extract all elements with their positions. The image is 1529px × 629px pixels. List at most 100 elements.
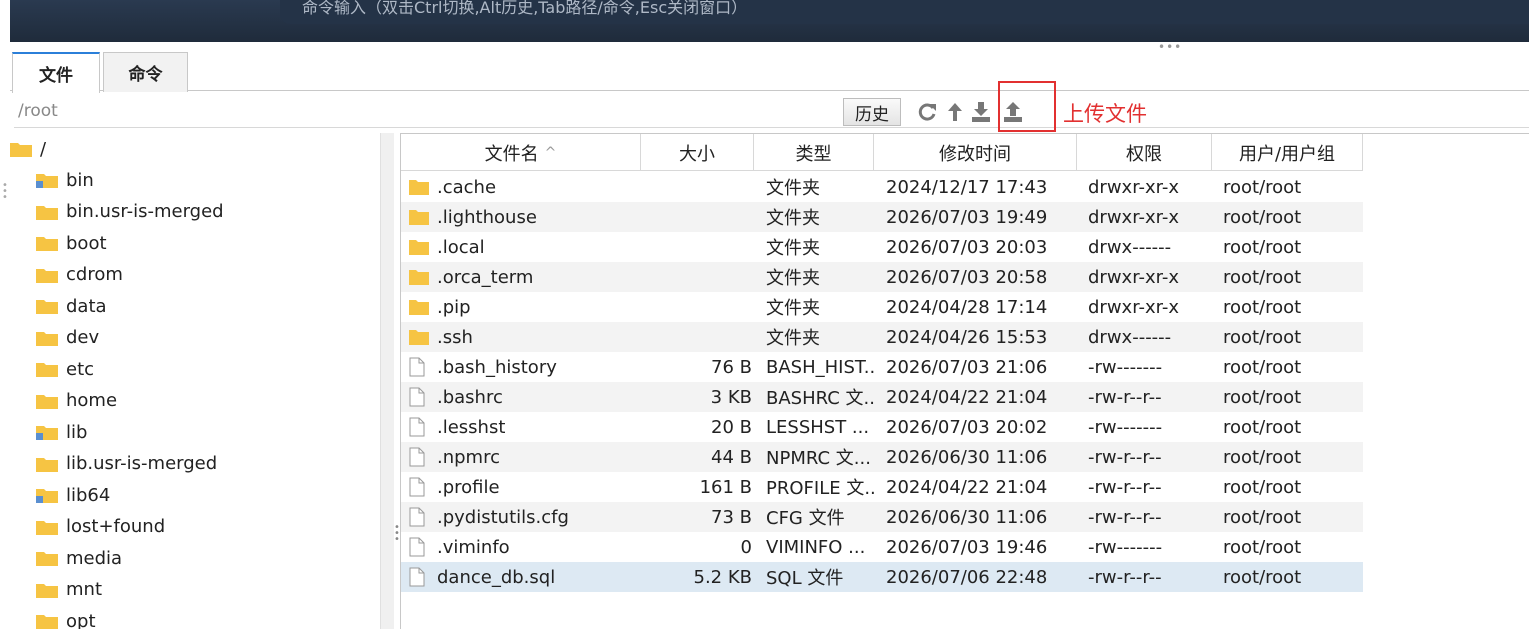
folder-icon xyxy=(409,327,429,347)
tree-item-lib[interactable]: lib xyxy=(36,418,87,446)
tree-item-label: etc xyxy=(66,358,95,380)
history-button[interactable]: 历史 xyxy=(843,98,901,126)
folder-icon xyxy=(36,582,58,598)
cell-perm-text: -rw------- xyxy=(1088,356,1163,378)
cell-mtime: 2024/04/28 17:14 xyxy=(886,292,1077,322)
cell-type-text: LESSHST ... xyxy=(766,416,870,438)
up-directory-icon[interactable] xyxy=(944,101,966,123)
cell-mtime: 2024/12/17 17:43 xyxy=(886,172,1077,202)
cell-owner: root/root xyxy=(1223,472,1363,502)
cell-mtime: 2026/07/03 19:46 xyxy=(886,532,1077,562)
table-row[interactable]: .lesshst 20 B LESSHST ... 2026/07/03 20:02 -… xyxy=(401,412,1363,442)
cell-name: .npmrc xyxy=(409,442,641,472)
folder-icon xyxy=(36,267,58,283)
table-row[interactable]: .viminfo 0 VIMINFO ... 2026/07/03 19:46 -rw-… xyxy=(401,532,1363,562)
tree-item-media[interactable]: media xyxy=(36,544,122,572)
cell-type: PROFILE 文... xyxy=(766,472,874,502)
folder-icon xyxy=(36,393,58,409)
folder-icon xyxy=(36,235,58,251)
column-header-owner[interactable]: 用户/用户组 xyxy=(1212,134,1363,171)
tree-item-etc[interactable]: etc xyxy=(36,355,94,383)
table-row[interactable]: .bashrc 3 KB BASHRC 文... 2024/04/22 21:04 -r… xyxy=(401,382,1363,412)
cell-size xyxy=(641,172,752,202)
tree-item-boot[interactable]: boot xyxy=(36,229,107,257)
cell-size: 3 KB xyxy=(641,382,752,412)
refresh-icon[interactable] xyxy=(916,101,938,123)
cell-mtime-text: 2026/07/06 22:48 xyxy=(886,566,1048,588)
current-path-field[interactable]: /root xyxy=(18,101,58,121)
cell-type-text: 文件夹 xyxy=(766,178,820,199)
column-header-size[interactable]: 大小 xyxy=(641,134,754,171)
cell-perm: -rw-r--r-- xyxy=(1088,562,1212,592)
table-row[interactable]: .profile 161 B PROFILE 文... 2024/04/22 21:0… xyxy=(401,472,1363,502)
download-icon[interactable] xyxy=(970,101,992,123)
cell-mtime-text: 2026/07/03 21:06 xyxy=(886,356,1048,378)
table-row[interactable]: .ssh 文件夹 2024/04/26 15:53 drwx------ root/ro… xyxy=(401,322,1363,352)
path-toolbar: /root 历史 上传文件 xyxy=(14,81,1529,132)
tree-item-bin[interactable]: bin xyxy=(36,166,94,194)
cell-type: SQL 文件 xyxy=(766,562,874,592)
table-row[interactable]: .pip 文件夹 2024/04/28 17:14 drwxr-xr-x root/ro… xyxy=(401,292,1363,322)
tree-item-dev[interactable]: dev xyxy=(36,324,99,352)
cell-type: CFG 文件 xyxy=(766,502,874,532)
cell-mtime-text: 2026/07/03 19:49 xyxy=(886,206,1048,228)
cell-owner-text: root/root xyxy=(1223,176,1302,198)
tree-item-data[interactable]: data xyxy=(36,292,107,320)
tab-files[interactable]: 文件 xyxy=(12,52,100,93)
tree-item-home[interactable]: home xyxy=(36,387,117,415)
cell-name: .pydistutils.cfg xyxy=(409,502,641,532)
file-icon xyxy=(409,417,425,437)
cell-size-text: 5.2 KB xyxy=(693,566,753,588)
table-row[interactable]: .orca_term 文件夹 2026/07/03 20:58 drwxr-xr-x r… xyxy=(401,262,1363,292)
column-header-permissions[interactable]: 权限 xyxy=(1077,134,1212,171)
file-icon xyxy=(409,507,425,527)
cell-type: LESSHST ... xyxy=(766,412,874,442)
cell-mtime: 2026/06/30 11:06 xyxy=(886,442,1077,472)
tree-item-bin-usr-is-merged[interactable]: bin.usr-is-merged xyxy=(36,198,224,226)
cell-owner-text: root/root xyxy=(1223,416,1302,438)
cell-mtime: 2026/07/03 20:03 xyxy=(886,232,1077,262)
table-row[interactable]: .pydistutils.cfg 73 B CFG 文件 2026/06/30 11:… xyxy=(401,502,1363,532)
tree-item-lib64[interactable]: lib64 xyxy=(36,481,110,509)
tree-item-lib-usr-is-merged[interactable]: lib.usr-is-merged xyxy=(36,450,217,478)
cell-mtime: 2024/04/22 21:04 xyxy=(886,472,1077,502)
tree-item-lost-found[interactable]: lost+found xyxy=(36,513,165,541)
cell-mtime-text: 2024/04/28 17:14 xyxy=(886,296,1048,318)
panel-splitter[interactable] xyxy=(380,133,394,629)
column-name-label: 文件名 xyxy=(484,143,539,165)
tree-item-opt[interactable]: opt xyxy=(36,607,96,629)
command-input[interactable]: 命令输入（双击Ctrl切换,Alt历史,Tab路径/命令,Esc关闭窗口） xyxy=(280,0,1529,24)
table-row[interactable]: .npmrc 44 B NPMRC 文... 2026/06/30 11:06 -rw-… xyxy=(401,442,1363,472)
cell-name-text: .ssh xyxy=(437,326,473,348)
column-header-type[interactable]: 类型 xyxy=(754,134,874,171)
cell-mtime-text: 2026/07/03 20:03 xyxy=(886,236,1048,258)
tree-item-label: lib.usr-is-merged xyxy=(66,453,218,474)
cell-type-text: 文件夹 xyxy=(766,268,820,289)
tree-item-label: mnt xyxy=(66,579,102,600)
cell-owner: root/root xyxy=(1223,442,1363,472)
table-row[interactable]: .lighthouse 文件夹 2026/07/03 19:49 drwxr-xr-x… xyxy=(401,202,1363,232)
tree-item-mnt[interactable]: mnt xyxy=(36,576,102,604)
folder-link-icon xyxy=(36,424,58,440)
table-row[interactable]: dance_db.sql 5.2 KB SQL 文件 2026/07/06 22:48… xyxy=(401,562,1363,592)
tree-item-label: media xyxy=(66,547,123,569)
tree-item-root[interactable]: / xyxy=(10,135,46,163)
cell-owner: root/root xyxy=(1223,262,1363,292)
tree-item-cdrom[interactable]: cdrom xyxy=(36,261,123,289)
cell-size-text: 44 B xyxy=(711,446,752,468)
cell-perm: -rw-r--r-- xyxy=(1088,442,1212,472)
file-icon xyxy=(409,477,425,497)
table-row[interactable]: .cache 文件夹 2024/12/17 17:43 drwxr-xr-x root/… xyxy=(401,172,1363,202)
table-row[interactable]: .local 文件夹 2026/07/03 20:03 drwx------ root/… xyxy=(401,232,1363,262)
column-header-modified[interactable]: 修改时间 xyxy=(874,134,1077,171)
cell-owner-text: root/root xyxy=(1223,446,1302,468)
tab-commands[interactable]: 命令 xyxy=(103,52,188,92)
column-header-name[interactable]: 文件名 ^ xyxy=(401,134,641,171)
cell-owner: root/root xyxy=(1223,532,1363,562)
folder-link-icon xyxy=(36,172,58,188)
cell-type-text: 文件夹 xyxy=(766,238,820,259)
command-input-hint: 命令输入（双击Ctrl切换,Alt历史,Tab路径/命令,Esc关闭窗口） xyxy=(302,0,748,17)
cell-perm: -rw-r--r-- xyxy=(1088,472,1212,502)
file-table: 文件名 ^ 大小 类型 修改时间 权限 用户/用户组 .cache 文件夹 2024… xyxy=(400,133,1529,629)
table-row[interactable]: .bash_history 76 B BASH_HIST... 2026/07/03 … xyxy=(401,352,1363,382)
